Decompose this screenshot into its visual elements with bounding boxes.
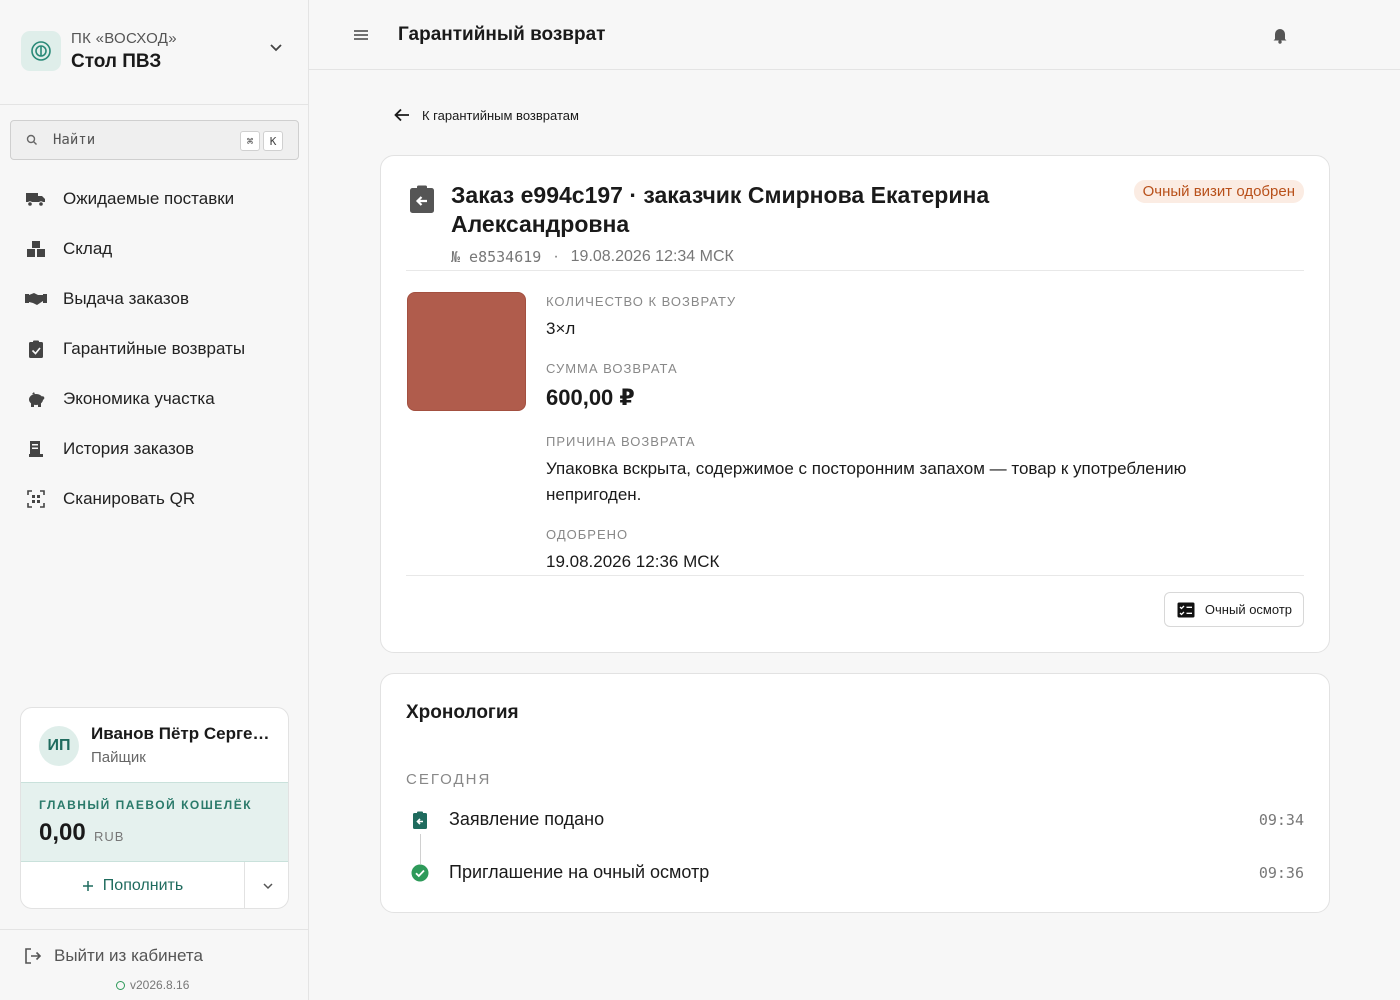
divider [0, 929, 308, 930]
inspect-label: Очный осмотр [1204, 602, 1292, 617]
timeline-title: Хронология [406, 702, 519, 723]
logout-button[interactable]: Выйти из кабинета [24, 946, 203, 966]
qty-value: 3×л [546, 319, 576, 338]
search-box[interactable]: ⌘ K [10, 120, 299, 160]
back-label: К гарантийным возвратам [422, 107, 579, 123]
sidebar-item-warranty-returns[interactable]: Гарантийные возвраты [0, 324, 308, 374]
logout-label: Выйти из кабинета [54, 946, 203, 965]
brand-desk: Стол ПВЗ [71, 51, 162, 72]
brand-logo-icon [21, 31, 61, 71]
search-input[interactable] [53, 130, 233, 150]
sidebar-item-label: История заказов [63, 439, 195, 458]
order-date: 19.08.2026 12:34 МСК [570, 248, 734, 265]
approved-value: 19.08.2026 12:36 МСК [546, 552, 720, 571]
meta-separator: · [553, 248, 559, 265]
reason-label: ПРИЧИНА ВОЗВРАТА [546, 434, 696, 449]
page-title: Гарантийный возврат [398, 24, 606, 45]
bell-icon[interactable] [1270, 25, 1290, 45]
sum-label: СУММА ВОЗВРАТА [546, 361, 678, 376]
topup-button[interactable]: Пополнить [21, 862, 245, 908]
sidebar-item-label: Экономика участка [63, 389, 215, 408]
search-icon [26, 134, 37, 145]
sum-value: 600,00 ₽ [546, 385, 635, 410]
timeline-event-time: 09:36 [1258, 864, 1304, 882]
user-role: Пайщик [91, 749, 146, 766]
checklist-icon [1177, 602, 1195, 617]
piggy-bank-icon [25, 388, 47, 410]
kbd-cmd: ⌘ [240, 131, 260, 151]
sidebar-item-expected-deliveries[interactable]: Ожидаемые поставки [0, 174, 308, 224]
boxes-icon [25, 238, 47, 260]
wallet: ГЛАВНЫЙ ПАЕВОЙ КОШЕЛЁК 0,00 RUB [21, 782, 288, 862]
sidebar-item-label: Гарантийные возвраты [63, 339, 246, 358]
divider [406, 575, 1304, 576]
order-meta: № e8534619 · 19.08.2026 12:34 МСК [451, 248, 734, 266]
status-dot-icon [116, 980, 125, 990]
wallet-label: ГЛАВНЫЙ ПАЕВОЙ КОШЕЛЁК [39, 798, 253, 812]
product-thumbnail [407, 292, 526, 411]
divider [406, 270, 1304, 271]
order-number: № e8534619 [451, 248, 542, 266]
topbar: Гарантийный возврат [309, 0, 1400, 70]
wallet-currency: RUB [94, 829, 125, 844]
topup-options-button[interactable] [246, 862, 288, 908]
clipboard-return-icon [413, 811, 427, 829]
chevron-down-icon [263, 882, 273, 889]
handshake-icon [25, 288, 47, 310]
timeline-event-label: Заявление подано [449, 809, 605, 829]
user-card: ИП Иванов Пётр Сергеевич Пайщик ГЛАВНЫЙ … [20, 707, 289, 909]
avatar[interactable]: ИП [39, 726, 79, 766]
truck-icon [25, 188, 47, 210]
wallet-amount: 0,00 [39, 819, 86, 846]
back-link[interactable]: К гарантийным возвратам [393, 107, 579, 123]
clipboard-return-icon [25, 338, 47, 360]
topup-label: Пополнить [102, 876, 184, 894]
sidebar: ПК «ВОСХОД» Стол ПВЗ ⌘ K Ожидаемые поста… [0, 0, 309, 1000]
kbd-k: K [263, 131, 283, 151]
timeline-event: Приглашение на очный осмотр 09:36 [406, 858, 1304, 888]
sidebar-item-label: Ожидаемые поставки [63, 189, 235, 208]
chevron-down-icon[interactable] [266, 38, 286, 58]
qty-label: КОЛИЧЕСТВО К ВОЗВРАТУ [546, 294, 737, 309]
sidebar-nav: Ожидаемые поставки Склад Выдача заказов … [0, 174, 308, 524]
plus-icon [82, 880, 93, 891]
timeline-card: Хронология СЕГОДНЯ Заявление подано 09:3… [380, 673, 1330, 913]
sidebar-item-warehouse[interactable]: Склад [0, 224, 308, 274]
timeline-event-time: 09:34 [1258, 811, 1304, 829]
sidebar-item-order-history[interactable]: История заказов [0, 424, 308, 474]
sidebar-item-label: Выдача заказов [63, 289, 190, 308]
status-badge: Очный визит одобрен [1133, 180, 1304, 203]
sidebar-item-label: Сканировать QR [63, 489, 196, 508]
return-details-card: Заказ e994c197 · заказчик Смирнова Екате… [380, 155, 1330, 653]
version-label: v2026.8.16 [130, 978, 190, 992]
reason-value: Упаковка вскрыта, содержимое с посторонн… [546, 459, 1187, 504]
approved-label: ОДОБРЕНО [546, 527, 629, 542]
check-circle-icon [411, 864, 429, 882]
brand-switcher[interactable]: ПК «ВОСХОД» Стол ПВЗ [0, 0, 308, 105]
logout-icon [25, 948, 42, 964]
receipt-icon [25, 438, 47, 460]
menu-icon[interactable] [351, 25, 371, 45]
arrow-left-icon [394, 108, 409, 122]
sidebar-item-area-economics[interactable]: Экономика участка [0, 374, 308, 424]
sidebar-item-order-pickup[interactable]: Выдача заказов [0, 274, 308, 324]
app-version: v2026.8.16 [116, 978, 189, 992]
moon-icon[interactable] [1323, 20, 1353, 50]
order-title: Заказ e994c197 · заказчик Смирнова Екате… [451, 182, 990, 237]
brand-org: ПК «ВОСХОД» [71, 30, 177, 47]
qr-scan-icon [25, 488, 47, 510]
clipboard-return-icon [410, 185, 434, 213]
sidebar-item-label: Склад [63, 239, 113, 258]
timeline-day: СЕГОДНЯ [406, 771, 492, 788]
timeline-event: Заявление подано 09:34 [406, 805, 1304, 835]
user-name: Иванов Пётр Сергеевич [91, 724, 276, 743]
timeline-event-label: Приглашение на очный осмотр [449, 862, 710, 882]
in-person-inspection-button[interactable]: Очный осмотр [1163, 592, 1304, 627]
sidebar-item-scan-qr[interactable]: Сканировать QR [0, 474, 308, 524]
